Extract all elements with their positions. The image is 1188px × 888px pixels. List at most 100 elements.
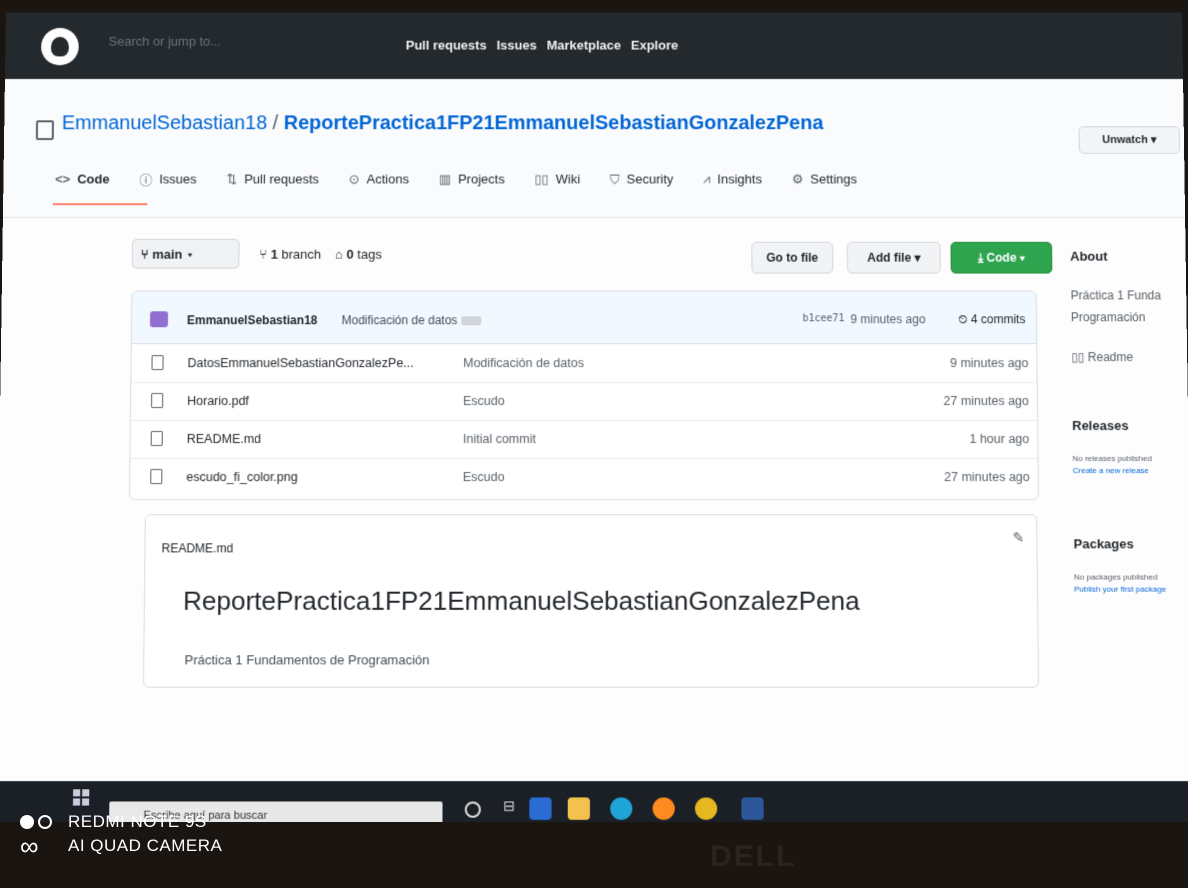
code-download-button[interactable]: ⤓ Code ▾: [950, 241, 1053, 274]
branches-link[interactable]: ⑂ 1 branch: [259, 247, 321, 262]
file-table: EmmanuelSebastian18 Modificación de dato…: [128, 290, 1039, 501]
tab-code[interactable]: <> Code: [55, 170, 110, 189]
tab-issues[interactable]: ⓘ Issues: [139, 170, 196, 189]
shield-icon: ⛉: [609, 171, 620, 186]
file-commit-message[interactable]: Escudo: [463, 394, 505, 408]
tab-settings[interactable]: ⚙ Settings: [792, 170, 857, 189]
branch-icon: ⑂: [259, 246, 271, 262]
camera-dots-icon: [20, 815, 58, 829]
table-row: escudo_fi_color.png Escudo 27 minutes ag…: [130, 458, 1038, 496]
infinity-icon: ∞: [20, 831, 40, 861]
cortana-icon[interactable]: [464, 801, 481, 818]
tab-label: Insights: [717, 171, 762, 187]
tab-label: Security: [626, 171, 674, 187]
search-input[interactable]: Search or jump to...: [108, 34, 221, 49]
watermark-line1: REDMI NOTE 9S: [68, 812, 207, 831]
packages-empty-text: No packages published: [1073, 572, 1158, 582]
tab-label: Settings: [810, 171, 858, 187]
github-header: Search or jump to... Pull requests Issue…: [4, 12, 1184, 80]
avatar[interactable]: [149, 311, 169, 328]
file-name-link[interactable]: DatosEmmanuelSebastianGonzalezPe...: [187, 356, 413, 370]
tab-wiki[interactable]: ▯▯ Wiki: [534, 170, 580, 189]
graph-icon: ⩘: [703, 171, 711, 186]
file-commit-message[interactable]: Initial commit: [463, 432, 536, 446]
chevron-down-icon: ▾: [182, 246, 194, 262]
file-time: 27 minutes ago: [943, 394, 1029, 409]
task-view-icon[interactable]: ⊟: [503, 797, 525, 819]
repo-tabs: <> Code ⓘ Issues ⇅ Pull requests ⊙ Actions ▥…: [55, 170, 857, 189]
tag-count: 0: [346, 246, 354, 262]
about-description-line2: Programación: [1070, 310, 1146, 325]
file-name-link[interactable]: Horario.pdf: [187, 394, 249, 408]
repo-header: EmmanuelSebastian18 / ReportePractica1FP…: [2, 79, 1186, 219]
pencil-icon[interactable]: ✎: [1012, 529, 1024, 546]
monitor-screen: Search or jump to... Pull requests Issue…: [0, 12, 1188, 822]
branch-count: 1: [270, 246, 278, 262]
camera-watermark: REDMI NOTE 9S ∞ AI QUAD CAMERA: [20, 810, 223, 861]
issue-icon: ⓘ: [139, 172, 153, 188]
nav-pull-requests[interactable]: Pull requests: [406, 38, 487, 53]
chrome-icon[interactable]: [694, 797, 718, 820]
github-logo-icon[interactable]: [40, 27, 79, 66]
store-icon[interactable]: [529, 797, 552, 820]
tab-projects[interactable]: ▥ Projects: [439, 170, 505, 189]
tab-label: Code: [77, 171, 110, 187]
edge-icon[interactable]: [610, 797, 633, 820]
tags-link[interactable]: ⌂ 0 tags: [335, 247, 382, 262]
commit-hash[interactable]: b1cee71: [802, 313, 844, 324]
branch-info: ⑂ 1 branch ⌂ 0 tags: [259, 247, 382, 262]
branch-select-button[interactable]: ⑂ main ▾: [131, 238, 240, 269]
about-description-line1: Práctica 1 Funda: [1070, 288, 1162, 303]
tab-insights[interactable]: ⩘ Insights: [703, 170, 762, 189]
windows-start-icon[interactable]: [72, 789, 90, 806]
commit-time: 9 minutes ago: [850, 312, 926, 327]
create-release-link[interactable]: Create a new release: [1073, 466, 1149, 475]
commit-message[interactable]: Modificación de datos: [342, 313, 482, 327]
file-commit-message[interactable]: Modificación de datos: [463, 356, 584, 370]
active-tab-underline: [52, 203, 148, 206]
repo-name-link[interactable]: ReportePractica1FP21EmmanuelSebastianGon…: [284, 112, 824, 134]
firefox-icon[interactable]: [652, 797, 675, 820]
watermark-line2: AI QUAD CAMERA: [68, 836, 223, 855]
tab-pull-requests[interactable]: ⇅ Pull requests: [226, 170, 319, 189]
about-title: About: [1070, 248, 1108, 264]
unwatch-button[interactable]: Unwatch ▾: [1078, 126, 1181, 154]
history-icon: ⏲: [958, 312, 971, 327]
tab-security[interactable]: ⛉ Security: [610, 170, 673, 189]
play-icon: ⊙: [348, 171, 360, 186]
file-explorer-icon[interactable]: [567, 797, 590, 820]
file-name-link[interactable]: escudo_fi_color.png: [186, 470, 298, 484]
file-time: 27 minutes ago: [944, 470, 1030, 485]
code-icon: <>: [55, 171, 71, 187]
add-file-button[interactable]: Add file ▾: [846, 241, 941, 274]
file-name-link[interactable]: README.md: [187, 432, 262, 446]
nav-explore[interactable]: Explore: [631, 38, 678, 53]
tag-label: tags: [357, 246, 382, 262]
publish-package-link[interactable]: Publish your first package: [1074, 585, 1166, 594]
tab-label: Issues: [159, 171, 197, 187]
file-icon: [151, 355, 164, 371]
go-to-file-button[interactable]: Go to file: [751, 241, 834, 274]
word-icon[interactable]: [741, 797, 764, 820]
commit-author[interactable]: EmmanuelSebastian18: [187, 313, 318, 327]
tag-icon: ⌂: [335, 246, 347, 262]
file-time: 1 hour ago: [969, 431, 1030, 447]
repo-title: EmmanuelSebastian18 / ReportePractica1FP…: [62, 112, 824, 135]
nav-marketplace[interactable]: Marketplace: [547, 38, 621, 53]
branch-name: main: [152, 246, 183, 262]
expand-ellipsis-button[interactable]: [461, 316, 482, 326]
nav-issues[interactable]: Issues: [497, 38, 537, 53]
commit-count-link[interactable]: ⏲ 4 commits: [958, 312, 1025, 327]
latest-commit-row: EmmanuelSebastian18 Modificación de dato…: [131, 291, 1037, 345]
releases-title[interactable]: Releases: [1072, 418, 1129, 433]
repo-owner-link[interactable]: EmmanuelSebastian18: [62, 112, 268, 134]
tab-actions[interactable]: ⊙ Actions: [349, 170, 409, 189]
tab-label: Pull requests: [244, 171, 320, 187]
table-row: README.md Initial commit 1 hour ago: [130, 419, 1038, 460]
commit-message-text: Modificación de datos: [341, 313, 458, 328]
file-commit-message[interactable]: Escudo: [463, 470, 505, 484]
tab-label: Actions: [366, 171, 410, 187]
packages-title[interactable]: Packages: [1073, 536, 1133, 551]
readme-link[interactable]: ▯▯ Readme: [1071, 350, 1133, 364]
gear-icon: ⚙: [791, 171, 804, 186]
